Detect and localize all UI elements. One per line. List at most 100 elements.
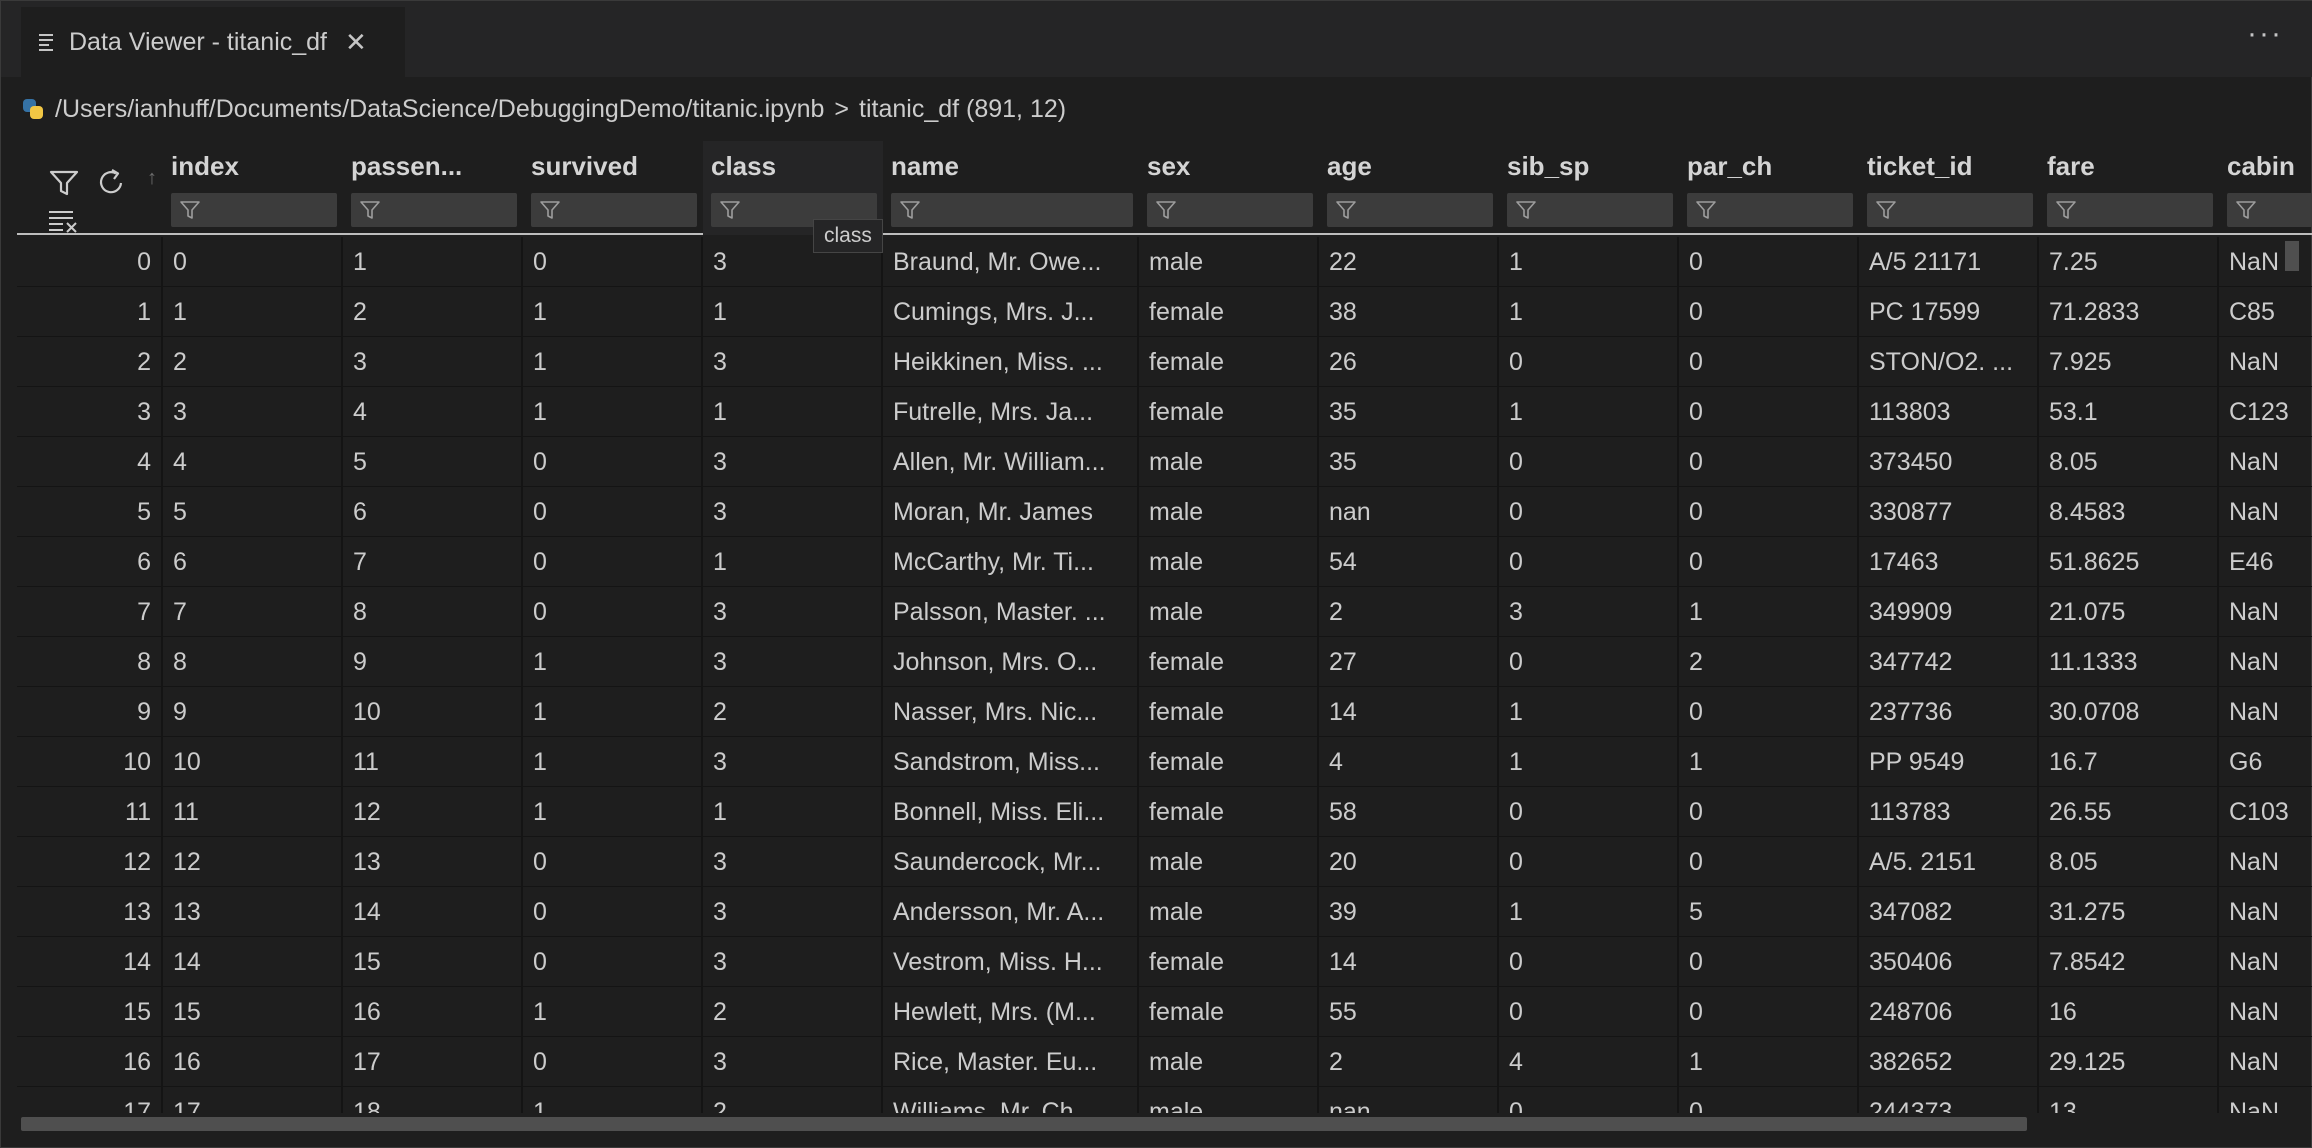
table-cell[interactable]: female [1139,687,1319,737]
column-header[interactable]: fare [2039,141,2219,235]
table-cell[interactable]: 0 [1499,537,1679,587]
table-cell[interactable]: 51.8625 [2039,537,2219,587]
column-filter-input[interactable] [1507,193,1673,227]
column-filter-input[interactable] [2227,193,2312,227]
table-cell[interactable]: male [1139,1087,1319,1113]
table-cell[interactable]: Rice, Master. Eu... [883,1037,1139,1087]
table-cell[interactable]: McCarthy, Mr. Ti... [883,537,1139,587]
table-row[interactable]: 5 5 6 0 3 Moran, Mr. James male nan 0 0 330877 8.45… [17,487,2312,537]
table-cell[interactable]: 22 [1319,237,1499,287]
table-cell[interactable]: 1 [1499,737,1679,787]
table-cell[interactable]: 3 [703,637,883,687]
table-cell[interactable]: 14 [343,887,523,937]
table-cell[interactable]: male [1139,887,1319,937]
table-cell[interactable]: 7.8542 [2039,937,2219,987]
table-cell[interactable]: 330877 [1859,487,2039,537]
table-cell[interactable]: 9 [163,687,343,737]
table-cell[interactable]: 54 [1319,537,1499,587]
table-cell[interactable]: 1 [343,237,523,287]
column-header-label[interactable]: sex [1147,151,1190,182]
table-cell[interactable]: 1 [523,787,703,837]
table-cell[interactable]: 0 [1679,787,1859,837]
table-cell[interactable]: Vestrom, Miss. H... [883,937,1139,987]
column-filter-input[interactable] [1327,193,1493,227]
table-cell[interactable]: 29.125 [2039,1037,2219,1087]
table-cell[interactable]: 8.05 [2039,437,2219,487]
table-cell[interactable]: 14 [163,937,343,987]
table-cell[interactable]: 248706 [1859,987,2039,1037]
table-cell[interactable]: A/5. 2151 [1859,837,2039,887]
column-header[interactable]: par_ch [1679,141,1859,235]
column-header[interactable]: sex [1139,141,1319,235]
table-cell[interactable]: Braund, Mr. Owe... [883,237,1139,287]
table-row[interactable]: 17 17 18 1 2 Williams, Mr. Ch... male nan 0 0 2443… [17,1087,2312,1113]
table-cell[interactable]: 21.075 [2039,587,2219,637]
table-cell[interactable]: 1 [523,1087,703,1113]
column-header-label[interactable]: survived [531,151,638,182]
table-cell[interactable]: 5 [343,437,523,487]
table-cell[interactable]: Allen, Mr. William... [883,437,1139,487]
close-icon[interactable]: ✕ [345,29,367,55]
table-cell[interactable]: 15 [163,987,343,1037]
table-cell[interactable]: 349909 [1859,587,2039,637]
table-row[interactable]: 15 15 16 1 2 Hewlett, Mrs. (M... female 55 0 0 248… [17,987,2312,1037]
table-cell[interactable]: Futrelle, Mrs. Ja... [883,387,1139,437]
table-cell[interactable]: Palsson, Master. ... [883,587,1139,637]
table-cell[interactable]: 4 [343,387,523,437]
table-cell[interactable]: 1 [523,987,703,1037]
table-cell[interactable]: 9 [343,637,523,687]
table-cell[interactable]: 1 [523,737,703,787]
table-cell[interactable]: nan [1319,487,1499,537]
table-cell[interactable]: 1 [703,787,883,837]
table-cell[interactable]: female [1139,737,1319,787]
table-cell[interactable]: female [1139,987,1319,1037]
table-cell[interactable]: 382652 [1859,1037,2039,1087]
table-cell[interactable]: male [1139,837,1319,887]
column-header[interactable]: name [883,141,1139,235]
table-cell[interactable]: 1 [1499,287,1679,337]
table-cell[interactable]: 2 [1679,637,1859,687]
table-cell[interactable]: 15 [343,937,523,987]
table-cell[interactable]: 0 [1679,237,1859,287]
table-cell[interactable]: 113803 [1859,387,2039,437]
table-cell[interactable]: 0 [1679,387,1859,437]
horizontal-scroll-thumb[interactable] [21,1117,2027,1131]
table-row[interactable]: 4 4 5 0 3 Allen, Mr. William... male 35 0 0 373450… [17,437,2312,487]
table-cell[interactable]: 0 [1499,1087,1679,1113]
column-header-label[interactable]: cabin [2227,151,2295,182]
table-cell[interactable]: 55 [1319,987,1499,1037]
table-cell[interactable]: 0 [1499,837,1679,887]
column-filter-input[interactable] [2047,193,2213,227]
table-cell[interactable]: 17463 [1859,537,2039,587]
table-cell[interactable]: 38 [1319,287,1499,337]
table-cell[interactable]: Cumings, Mrs. J... [883,287,1139,337]
table-cell[interactable]: 3 [703,587,883,637]
table-cell[interactable]: 0 [1679,687,1859,737]
breadcrumb-variable[interactable]: titanic_df (891, 12) [859,95,1066,124]
table-cell[interactable]: 3 [1499,587,1679,637]
table-cell[interactable]: 12 [343,787,523,837]
clear-filters-icon[interactable] [47,209,79,233]
column-header[interactable]: age [1319,141,1499,235]
table-cell[interactable]: 1 [1499,237,1679,287]
column-filter-input[interactable] [1687,193,1853,227]
table-cell[interactable]: 0 [1499,987,1679,1037]
table-cell[interactable]: 2 [343,287,523,337]
table-cell[interactable]: 0 [1679,537,1859,587]
table-cell[interactable]: Bonnell, Miss. Eli... [883,787,1139,837]
column-header-label[interactable]: passen... [351,151,462,182]
table-cell[interactable]: PC 17599 [1859,287,2039,337]
table-cell[interactable]: 0 [523,537,703,587]
table-cell[interactable]: 12 [163,837,343,887]
table-cell[interactable]: 3 [703,487,883,537]
table-cell[interactable]: 0 [523,487,703,537]
table-cell[interactable]: 16 [2039,987,2219,1037]
table-cell[interactable]: female [1139,337,1319,387]
table-row[interactable]: 0 0 1 0 3 Braund, Mr. Owe... male 22 1 0 A/5 21171… [17,237,2312,287]
vertical-scroll-thumb[interactable] [2285,241,2299,271]
table-cell[interactable]: 14 [1319,687,1499,737]
table-cell[interactable]: 11 [343,737,523,787]
table-row[interactable]: 11 11 12 1 1 Bonnell, Miss. Eli... female 58 0 0 1… [17,787,2312,837]
table-cell[interactable]: 5 [163,487,343,537]
table-cell[interactable]: 1 [1499,687,1679,737]
